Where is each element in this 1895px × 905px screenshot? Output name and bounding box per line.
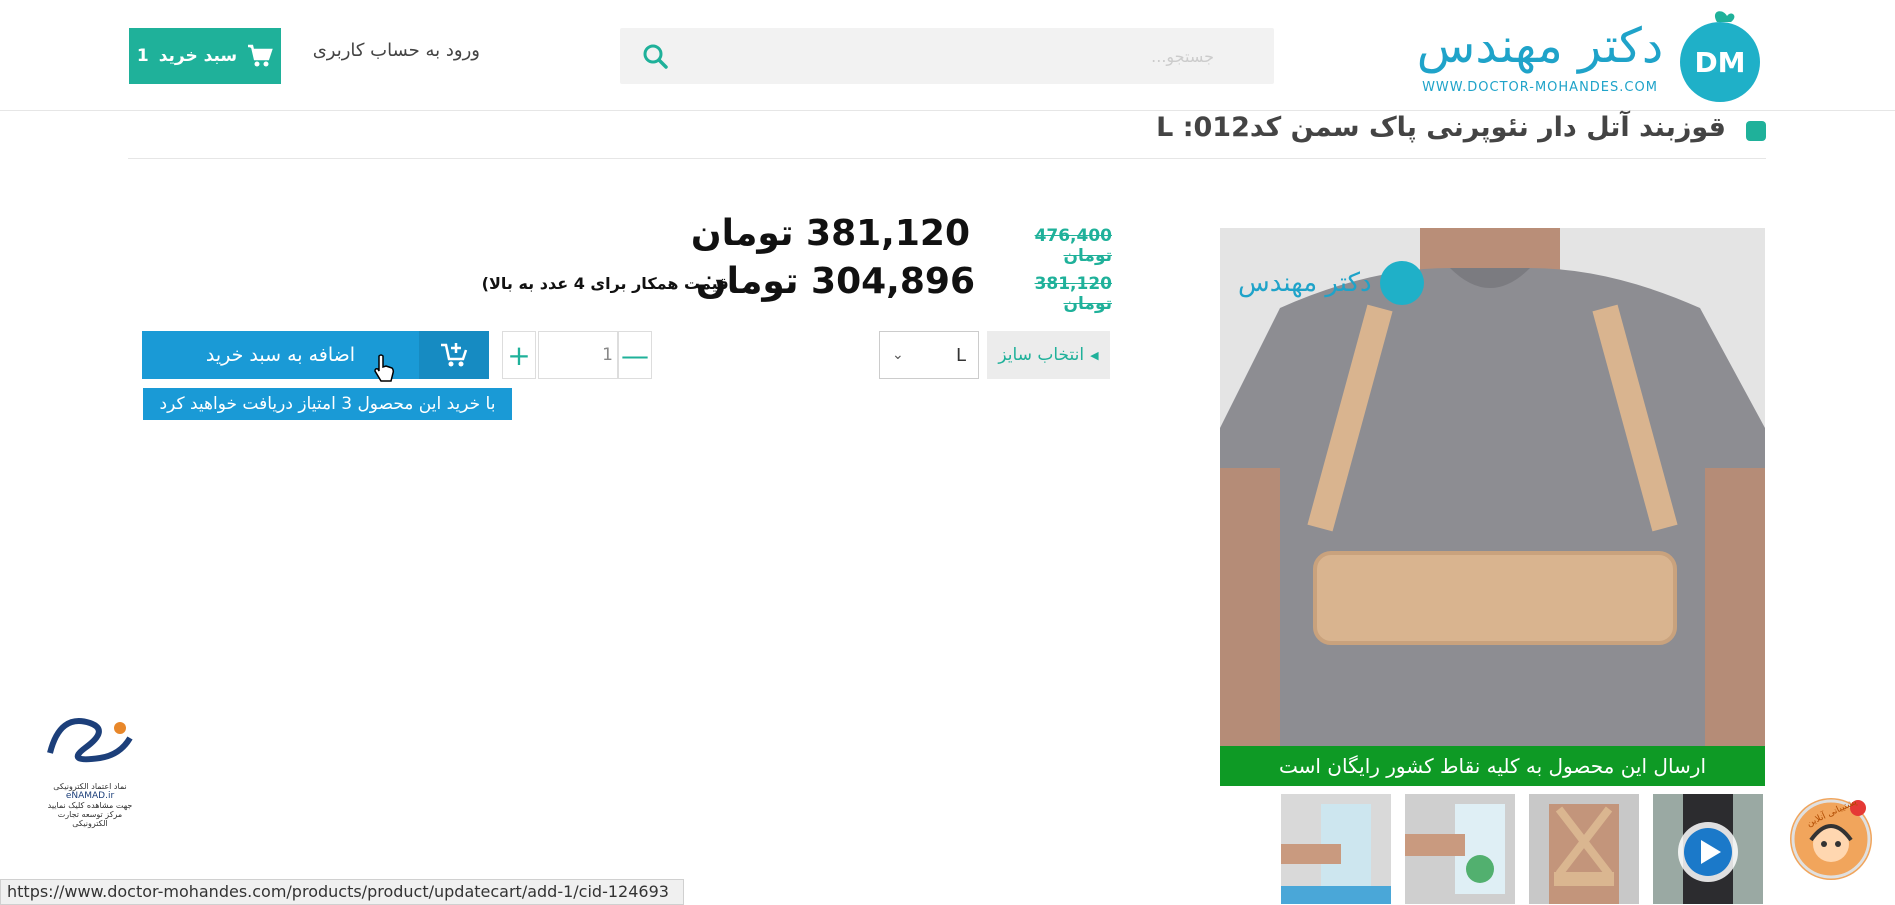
cart-icon [248, 44, 273, 67]
partner-original-price: 381,120 تومان [1034, 274, 1112, 314]
product-main-image[interactable]: دکتر مهندس [1220, 228, 1765, 746]
product-title: قوزبند آتل دار نئوپرنی پاک سمن کد012: L [1156, 112, 1726, 143]
thumbnail-image [1405, 794, 1515, 904]
enamad-brand: eNAMAD.ir [65, 791, 115, 801]
original-price: 476,400 تومان [1034, 226, 1112, 266]
size-value: L [955, 344, 966, 366]
reward-points-note: با خرید این محصول 3 امتیاز دریافت خواهید… [143, 388, 512, 420]
size-label-text: انتخاب سایز [998, 345, 1085, 365]
search-box [620, 28, 1274, 84]
thumbnail-1[interactable] [1281, 794, 1391, 904]
logo-text: دکتر مهندس [1416, 18, 1664, 74]
caret-left-icon: ◀ [1090, 348, 1099, 362]
add-to-cart-icon [441, 343, 468, 367]
add-to-cart-button[interactable]: اضافه به سبد خرید [142, 331, 489, 379]
hand-cursor-icon [374, 354, 395, 382]
enamad-line1: نماد اعتماد الکترونیکی [53, 782, 127, 791]
partner-price: 304,896 تومان [695, 261, 975, 302]
free-shipping-banner: ارسال این محصول به کلیه نقاط کشور رایگان… [1220, 746, 1765, 786]
cart-count: 1 [136, 46, 149, 66]
title-bullet [1746, 121, 1766, 141]
cart-label: سبد خرید [158, 46, 238, 66]
plus-icon: + [507, 338, 531, 372]
minus-icon: — [621, 338, 649, 372]
quantity-increase-button[interactable]: + [502, 331, 536, 379]
search-button[interactable] [620, 28, 690, 84]
logo-url-text: WWW.DOCTOR-MOHANDES.COM [1422, 80, 1658, 95]
sale-price: 381,120 تومان [690, 213, 970, 254]
partner-price-note: (قیمت همکار برای 4 عدد به بالا) [481, 274, 736, 293]
search-icon [643, 44, 668, 69]
thumbnail-video[interactable] [1653, 794, 1763, 904]
thumbnail-3[interactable] [1529, 794, 1639, 904]
search-input[interactable] [714, 28, 1274, 84]
size-select[interactable]: ⌄ L [879, 331, 979, 379]
chevron-down-icon: ⌄ [892, 347, 904, 363]
login-link[interactable]: ورود به حساب کاربری [300, 40, 480, 70]
site-logo[interactable]: DM دکتر مهندس WWW.DOCTOR-MOHANDES.COM [1405, 8, 1767, 104]
thumbnail-image [1529, 794, 1639, 904]
cart-button[interactable]: سبد خرید 1 [129, 28, 281, 84]
svg-text:DM: DM [1694, 46, 1745, 79]
quantity-decrease-button[interactable]: — [618, 331, 652, 379]
enamad-trust-badge[interactable]: نماد اعتماد الکترونیکی eNAMAD.ir جهت مشا… [40, 708, 140, 858]
watermark-text: دکتر مهندس [1238, 268, 1372, 298]
thumbnail-image [1281, 794, 1391, 904]
thumbnail-2[interactable] [1405, 794, 1515, 904]
thumbnail-image [1653, 794, 1763, 904]
enamad-line3: مرکز توسعه تجارت الکترونیکی [57, 810, 123, 828]
online-support-widget[interactable]: پشتیبانی آنلاین [1790, 797, 1872, 880]
enamad-logo-icon [47, 718, 133, 763]
size-label: ◀ انتخاب سایز [987, 331, 1110, 379]
quantity-input[interactable] [538, 331, 618, 379]
image-watermark: دکتر مهندس [1238, 258, 1458, 308]
watermark-logo-icon [1379, 261, 1424, 305]
add-cart-icon-box [419, 331, 489, 379]
enamad-line2: جهت مشاهده کلیک نمایید [47, 801, 133, 810]
browser-status-bar: https://www.doctor-mohandes.com/products… [0, 879, 684, 905]
